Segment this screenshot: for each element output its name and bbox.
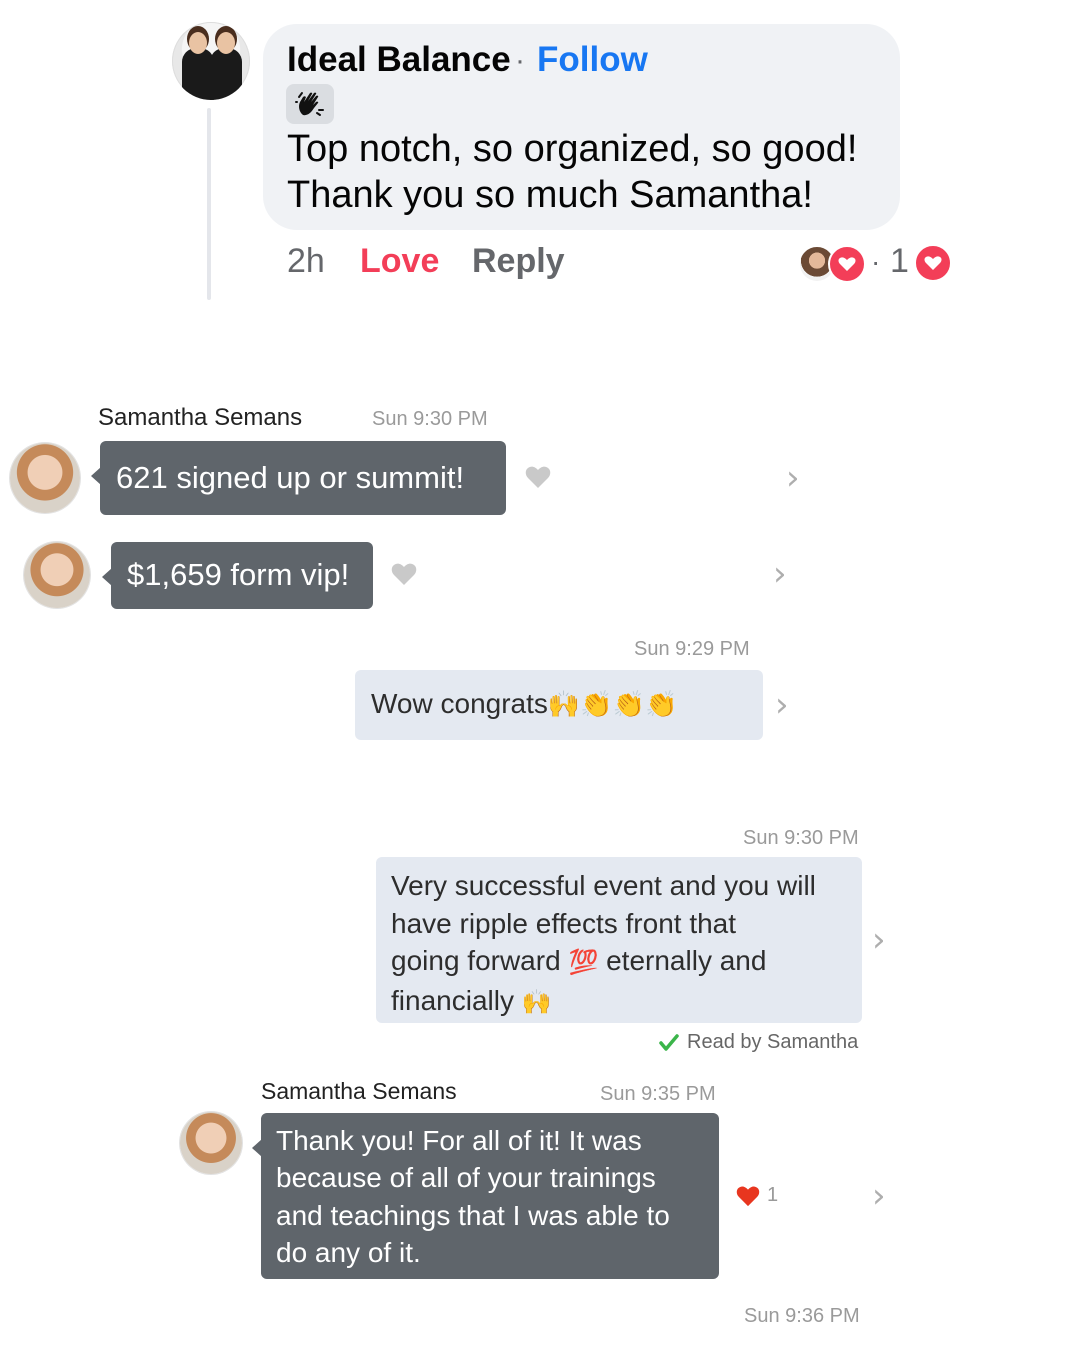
chevron-right-icon[interactable]: › xyxy=(773,554,787,594)
comment-text: Top notch, so organized, so good! Thank … xyxy=(287,126,887,218)
message-text: Very successful event and you will have … xyxy=(391,867,816,1021)
message-bubble[interactable]: 621 signed up or summit! xyxy=(91,441,506,515)
heart-icon[interactable] xyxy=(525,465,551,489)
comment-line: Thank you so much Samantha! xyxy=(287,174,813,216)
samantha-avatar[interactable] xyxy=(10,443,80,513)
message-text: Wow congrats xyxy=(371,688,548,719)
sender-name: Samantha Semans xyxy=(261,1078,457,1104)
message-line: and teachings that I was able to xyxy=(276,1199,670,1231)
follow-button[interactable]: Follow xyxy=(537,40,648,80)
message-timestamp: Sun 9:29 PM xyxy=(634,638,750,660)
author-separator: · xyxy=(515,44,525,77)
message-bubble[interactable]: Very successful event and you will have … xyxy=(376,857,862,1023)
clapping-hands-emoji: 🙌👏👏👏 xyxy=(547,689,678,719)
message-timestamp: Sun 9:30 PM xyxy=(372,408,488,430)
heart-reaction-icon[interactable] xyxy=(914,244,952,282)
reaction-count[interactable]: 1 xyxy=(890,242,909,281)
reply-button[interactable]: Reply xyxy=(472,242,565,281)
comment-author[interactable]: Ideal Balance xyxy=(287,40,511,80)
message-line: have ripple effects front that xyxy=(391,907,737,939)
hundred-points-emoji: 💯 xyxy=(568,949,599,976)
thread-line xyxy=(207,108,211,300)
check-icon xyxy=(659,1034,679,1051)
heart-count: 1 xyxy=(767,1184,779,1206)
chevron-right-icon[interactable]: › xyxy=(872,920,886,960)
sender-name: Samantha Semans xyxy=(98,404,303,431)
message-line: Thank you! For all of it! It was xyxy=(276,1125,642,1156)
waving-hand-icon xyxy=(286,84,334,124)
message-timestamp: Sun 9:35 PM xyxy=(600,1083,716,1105)
message-bubble[interactable]: Thank you! For all of it! It was because… xyxy=(252,1113,719,1279)
chevron-right-icon[interactable]: › xyxy=(786,458,800,498)
ideal-balance-avatar[interactable] xyxy=(172,22,250,100)
comment-time[interactable]: 2h xyxy=(287,242,325,281)
message-line: financially xyxy=(391,984,514,1016)
chevron-right-icon[interactable]: › xyxy=(775,685,789,725)
samantha-avatar[interactable] xyxy=(24,542,90,608)
red-heart-icon[interactable] xyxy=(736,1185,760,1207)
message-text: 621 signed up or summit! xyxy=(116,460,465,495)
heart-icon[interactable] xyxy=(391,562,417,586)
message-text: $1,659 form vip! xyxy=(127,557,350,592)
message-timestamp: Sun 9:30 PM xyxy=(743,827,859,849)
heart-reaction-icon[interactable] xyxy=(828,245,866,283)
raising-hands-emoji: 🙌 xyxy=(521,988,552,1016)
samantha-avatar[interactable] xyxy=(180,1112,242,1174)
comment-line: Top notch, so organized, so good! xyxy=(287,128,858,170)
love-button[interactable]: Love xyxy=(360,242,439,281)
message-bubble[interactable]: Wow congrats🙌👏👏👏 xyxy=(355,670,763,740)
message-timestamp: Sun 9:36 PM xyxy=(744,1305,860,1327)
message-line: Very successful event and you will xyxy=(391,870,816,901)
message-bubble[interactable]: $1,659 form vip! xyxy=(102,542,373,609)
message-line: eternally and xyxy=(606,945,767,976)
message-text: Thank you! For all of it! It was because… xyxy=(276,1122,670,1271)
chevron-right-icon[interactable]: › xyxy=(872,1176,886,1216)
message-line: going forward xyxy=(391,945,561,976)
read-receipt: Read by Samantha xyxy=(687,1031,859,1053)
message-line: do any of it. xyxy=(276,1236,421,1268)
reaction-separator: · xyxy=(871,246,881,277)
message-line: because of all of your trainings xyxy=(276,1162,656,1194)
